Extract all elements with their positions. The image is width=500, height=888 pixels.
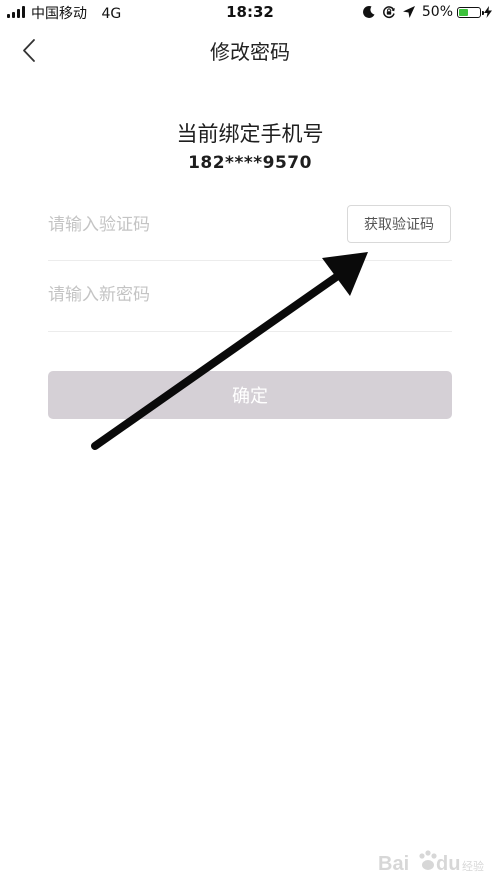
get-verification-code-button[interactable]: 获取验证码 <box>347 205 451 243</box>
svg-text:Bai: Bai <box>378 853 409 875</box>
status-icons: 50% <box>362 3 492 21</box>
battery-percent: 50% <box>421 4 453 20</box>
bound-phone-number: 182****9570 <box>188 153 312 173</box>
confirm-button[interactable]: 确定 <box>48 371 452 419</box>
new-password-input[interactable] <box>48 276 452 314</box>
battery-icon <box>457 6 484 18</box>
divider <box>48 260 452 261</box>
svg-text:经验: 经验 <box>462 859 484 873</box>
verification-code-input[interactable] <box>48 206 338 244</box>
svg-text:du: du <box>436 853 460 875</box>
bound-phone-label: 当前绑定手机号 <box>176 122 324 146</box>
battery-fill <box>459 8 468 16</box>
moon-icon <box>362 5 375 18</box>
page-title: 修改密码 <box>210 40 290 64</box>
divider <box>48 331 452 332</box>
status-bar: 中国移动 4G 18:32 50% <box>0 0 500 24</box>
baidu-jingyan-logo: Bai du 经验 <box>378 850 484 875</box>
orientation-lock-icon <box>382 6 395 19</box>
charging-bolt-icon <box>484 6 492 18</box>
location-icon <box>402 6 415 18</box>
